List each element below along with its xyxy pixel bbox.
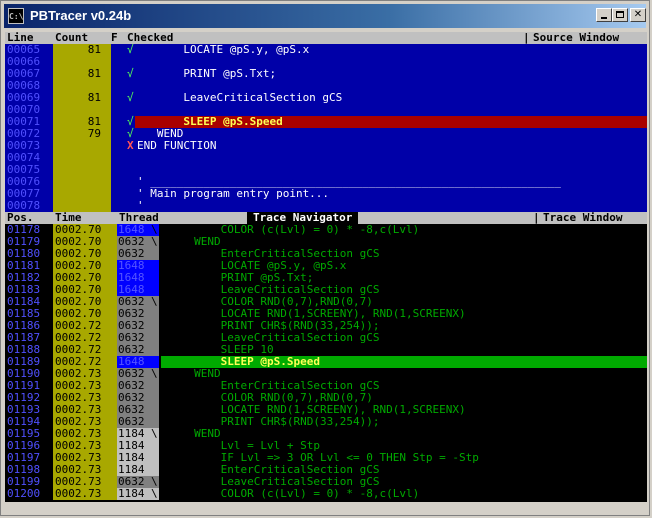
col-pos-header[interactable]: Pos. — [7, 212, 34, 224]
source-header: Line Count F Checked | Source Window — [5, 32, 647, 44]
source-line[interactable]: 00074 — [5, 152, 647, 164]
trace-window-label: Trace Window — [543, 211, 623, 224]
source-line[interactable]: 00067 81 √ PRINT @pS.Txt; — [5, 68, 647, 80]
close-icon: ✕ — [633, 9, 643, 20]
trace-row[interactable]: 01181 0002.70 1648 LOCATE @pS.y, @pS.x — [5, 260, 647, 272]
hit-count: 81 — [87, 44, 101, 56]
hit-count: 79 — [87, 127, 101, 140]
col-line-header[interactable]: Line — [7, 32, 34, 44]
trace-header: Pos. Time Thread Trace Navigator | Trace… — [5, 212, 647, 224]
source-code: PRINT @pS.Txt; — [137, 67, 277, 80]
checked-mark-icon: √ — [127, 67, 134, 80]
title-bar[interactable]: C:\ PBTracer v0.24b ✕ — [4, 4, 646, 28]
trace-row[interactable]: 01178 0002.70 1648 \ COLOR (c(Lvl) = 0) * -… — [5, 224, 647, 236]
source-line[interactable]: 00072 79 √ WEND — [5, 128, 647, 140]
source-line[interactable]: 00073 X END FUNCTION — [5, 140, 647, 152]
col-checked-header[interactable]: Checked — [127, 32, 173, 44]
console-area: Line Count F Checked | Source Window 000… — [5, 32, 647, 502]
source-line[interactable]: 00077 ' Main program entry point... — [5, 188, 647, 200]
not-executed-mark-icon: X — [127, 139, 134, 152]
source-line-current[interactable]: 00071 81 √ SLEEP @pS.Speed — [5, 116, 647, 128]
minimize-button[interactable] — [596, 8, 612, 22]
maximize-button[interactable] — [612, 8, 628, 22]
trace-navigator-label[interactable]: Trace Navigator — [247, 212, 359, 224]
checked-mark-icon: √ — [127, 91, 134, 104]
checked-mark-icon: √ — [127, 44, 134, 56]
hit-count: 81 — [87, 91, 101, 104]
trace-row[interactable]: 01194 0002.73 0632 PRINT CHR$(RND(33,254))… — [5, 416, 647, 428]
source-code: END FUNCTION — [137, 139, 217, 152]
window-title: PBTracer v0.24b — [30, 8, 132, 23]
minimize-icon — [601, 17, 607, 19]
close-button[interactable]: ✕ — [630, 8, 646, 22]
trace-row[interactable]: 01200 0002.73 1184 \ COLOR (c(Lvl) = 0) * -… — [5, 488, 647, 500]
source-code: LOCATE @pS.y, @pS.x — [137, 44, 310, 56]
source-window[interactable]: 00065 81 √ LOCATE @pS.y, @pS.x 00066 00067 81… — [5, 44, 647, 212]
maximize-icon — [616, 11, 624, 18]
hit-count: 81 — [87, 67, 101, 80]
trace-window[interactable]: 01178 0002.70 1648 \ COLOR (c(Lvl) = 0) * -… — [5, 224, 647, 502]
source-line[interactable]: 00070 — [5, 104, 647, 116]
col-count-header[interactable]: Count — [55, 32, 88, 44]
trace-code: COLOR (c(Lvl) = 0) * -8,c(Lvl) — [161, 487, 420, 500]
application-window: C:\ PBTracer v0.24b ✕ Line Count F Check… — [0, 0, 650, 516]
console-app-icon[interactable]: C:\ — [8, 8, 24, 24]
source-code: LeaveCriticalSection gCS — [137, 91, 343, 104]
col-f-header[interactable]: F — [111, 32, 118, 44]
trace-row-current[interactable]: 01189 0002.72 1648 SLEEP @pS.Speed — [5, 356, 647, 368]
source-line[interactable]: 00065 81 √ LOCATE @pS.y, @pS.x — [5, 44, 647, 56]
source-line[interactable]: 00066 — [5, 56, 647, 68]
trace-row[interactable]: 01195 0002.73 1184 \ WEND — [5, 428, 647, 440]
trace-position: 01200 — [7, 487, 41, 500]
trace-row[interactable]: 01188 0002.72 0632 SLEEP 10 — [5, 344, 647, 356]
trace-thread-id: 1184 \ — [117, 487, 159, 500]
trace-row[interactable]: 01187 0002.72 0632 LeaveCriticalSection gC… — [5, 332, 647, 344]
col-thread-header[interactable]: Thread — [119, 212, 159, 224]
source-code: ' Main program entry point... — [137, 187, 330, 200]
source-window-label: Source Window — [533, 32, 620, 44]
trace-time: 0002.73 — [53, 488, 117, 500]
col-time-header[interactable]: Time — [55, 212, 82, 224]
source-line[interactable]: 00069 81 √ LeaveCriticalSection gCS — [5, 92, 647, 104]
